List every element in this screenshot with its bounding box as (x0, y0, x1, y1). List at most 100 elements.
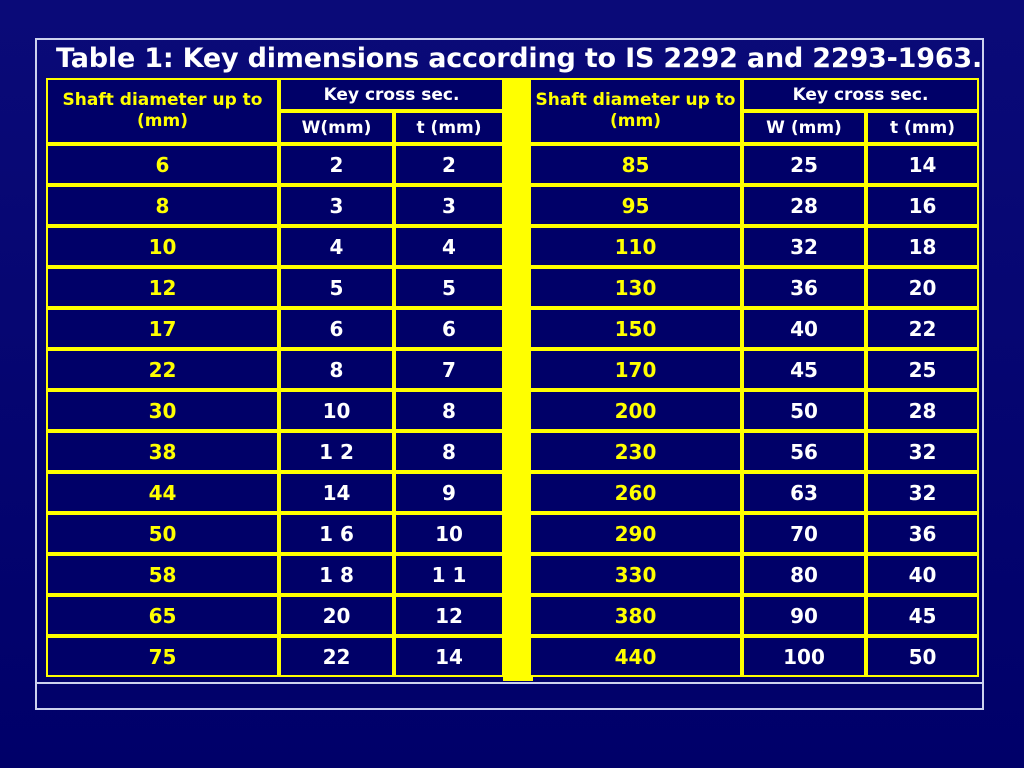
table-row: 130 36 20 (529, 267, 980, 308)
cell-key-width: 6 (279, 308, 394, 349)
key-dimensions-table-right: Shaft diameter up to (mm) Key cross sec.… (529, 78, 980, 677)
cell-shaft-diameter: 150 (529, 308, 742, 349)
cell-shaft-diameter: 290 (529, 513, 742, 554)
cell-shaft-diameter: 8 (46, 185, 279, 226)
table-row: 260 63 32 (529, 472, 980, 513)
frame-bottom-divider (35, 682, 984, 684)
cell-shaft-diameter: 95 (529, 185, 742, 226)
cell-key-width: 2 (279, 144, 394, 185)
page-title: Table 1: Key dimensions according to IS … (56, 43, 983, 74)
cell-key-width: 20 (279, 595, 394, 636)
cell-shaft-diameter: 440 (529, 636, 742, 677)
col-header-shaft-diameter: Shaft diameter up to (mm) (529, 78, 742, 144)
cell-shaft-diameter: 380 (529, 595, 742, 636)
col-header-width: W(mm) (279, 111, 394, 144)
cell-key-thickness: 14 (866, 144, 980, 185)
table-row: 833 (46, 185, 505, 226)
table-head-left: Shaft diameter up to (mm) Key cross sec.… (46, 78, 505, 144)
table-row: 85 25 14 (529, 144, 980, 185)
cell-shaft-diameter: 170 (529, 349, 742, 390)
cell-shaft-diameter: 65 (46, 595, 279, 636)
cell-key-thickness: 9 (394, 472, 505, 513)
table-row: 50 1 6 10 (46, 513, 505, 554)
cell-key-thickness: 28 (866, 390, 980, 431)
table-row: 170 45 25 (529, 349, 980, 390)
cell-key-thickness: 10 (394, 513, 505, 554)
cell-key-thickness: 4 (394, 226, 505, 267)
cell-key-thickness: 6 (394, 308, 505, 349)
table-body-left: 6 2 2 8 3 3 10 4 4 12 5 5 17 6 6 22 8 7 30 10 8 38 1 2 8 44 14 9 50… (46, 144, 505, 677)
table-row: 12 5 5 (46, 267, 505, 308)
cell-key-thickness: 18 (866, 226, 980, 267)
cell-shaft-diameter: 17 (46, 308, 279, 349)
cell-key-width: 10 (279, 390, 394, 431)
cell-key-width: 8 (279, 349, 394, 390)
cell-shaft-diameter: 12 (46, 267, 279, 308)
cell-key-thickness: 12 (394, 595, 505, 636)
cell-key-thickness: 50 (866, 636, 980, 677)
cell-shaft-diameter: 130 (529, 267, 742, 308)
cell-shaft-diameter: 110 (529, 226, 742, 267)
cell-key-width: 28 (742, 185, 866, 226)
cell-key-width: 63 (742, 472, 866, 513)
table-row: 95 28 16 (529, 185, 980, 226)
cell-key-width: 40 (742, 308, 866, 349)
table-row: 17 6 6 (46, 308, 505, 349)
cell-key-thickness: 45 (866, 595, 980, 636)
cell-shaft-diameter: 200 (529, 390, 742, 431)
col-header-thickness: t (mm) (394, 111, 505, 144)
cell-key-thickness: 7 (394, 349, 505, 390)
table-row: 22 8 7 (46, 349, 505, 390)
table-row: 58 1 81 1 (46, 554, 505, 595)
cell-shaft-diameter: 6 (46, 144, 279, 185)
table-row: 290 70 36 (529, 513, 980, 554)
cell-shaft-diameter: 230 (529, 431, 742, 472)
cell-key-width: 45 (742, 349, 866, 390)
cell-shaft-diameter: 85 (529, 144, 742, 185)
table-row: 10 4 4 (46, 226, 505, 267)
cell-shaft-diameter: 58 (46, 554, 279, 595)
table-body-right: 85 25 14 95 28 16 110 32 18 130 36 20 150 40 22 170 45 25… (529, 144, 980, 677)
cell-shaft-diameter: 260 (529, 472, 742, 513)
table-row: 150 40 22 (529, 308, 980, 349)
cell-key-thickness: 25 (866, 349, 980, 390)
cell-shaft-diameter: 30 (46, 390, 279, 431)
cell-key-thickness: 2 (394, 144, 505, 185)
cell-key-width: 32 (742, 226, 866, 267)
cell-key-thickness: 32 (866, 472, 980, 513)
cell-key-thickness: 8 (394, 431, 505, 472)
slide-canvas: Table 1: Key dimensions according to IS … (0, 0, 1024, 768)
table-row: 75 22 14 (46, 636, 505, 677)
table-header-row-1: Shaft diameter up to (mm) Key cross sec. (46, 78, 505, 144)
table-head-right: Shaft diameter up to (mm) Key cross sec.… (529, 78, 980, 144)
table-row: 44 14 9 (46, 472, 505, 513)
cell-key-width: 36 (742, 267, 866, 308)
cell-key-width: 22 (279, 636, 394, 677)
table-row: 38 1 28 (46, 431, 505, 472)
cell-key-thickness: 32 (866, 431, 980, 472)
table-row: 110 32 18 (529, 226, 980, 267)
cell-key-width: 3 (279, 185, 394, 226)
table-row: 622 (46, 144, 505, 185)
cell-key-width: 1 8 (279, 554, 394, 595)
cell-key-width: 56 (742, 431, 866, 472)
table-row: 380 90 45 (529, 595, 980, 636)
col-header-width: W (mm) (742, 111, 866, 144)
key-dimensions-table-left: Shaft diameter up to (mm) Key cross sec.… (46, 78, 505, 677)
cell-key-thickness: 8 (394, 390, 505, 431)
cell-key-width: 80 (742, 554, 866, 595)
cell-key-thickness: 40 (866, 554, 980, 595)
cell-key-thickness: 22 (866, 308, 980, 349)
col-header-key-cross-section: Key cross sec. (279, 78, 505, 111)
table-row: 65 20 12 (46, 595, 505, 636)
cell-key-width: 1 2 (279, 431, 394, 472)
cell-shaft-diameter: 10 (46, 226, 279, 267)
col-header-shaft-diameter: Shaft diameter up to (mm) (46, 78, 279, 144)
col-header-thickness: t (mm) (866, 111, 980, 144)
cell-shaft-diameter: 75 (46, 636, 279, 677)
cell-key-thickness: 14 (394, 636, 505, 677)
table-row: 230 56 32 (529, 431, 980, 472)
cell-key-thickness: 20 (866, 267, 980, 308)
cell-key-width: 100 (742, 636, 866, 677)
cell-shaft-diameter: 38 (46, 431, 279, 472)
